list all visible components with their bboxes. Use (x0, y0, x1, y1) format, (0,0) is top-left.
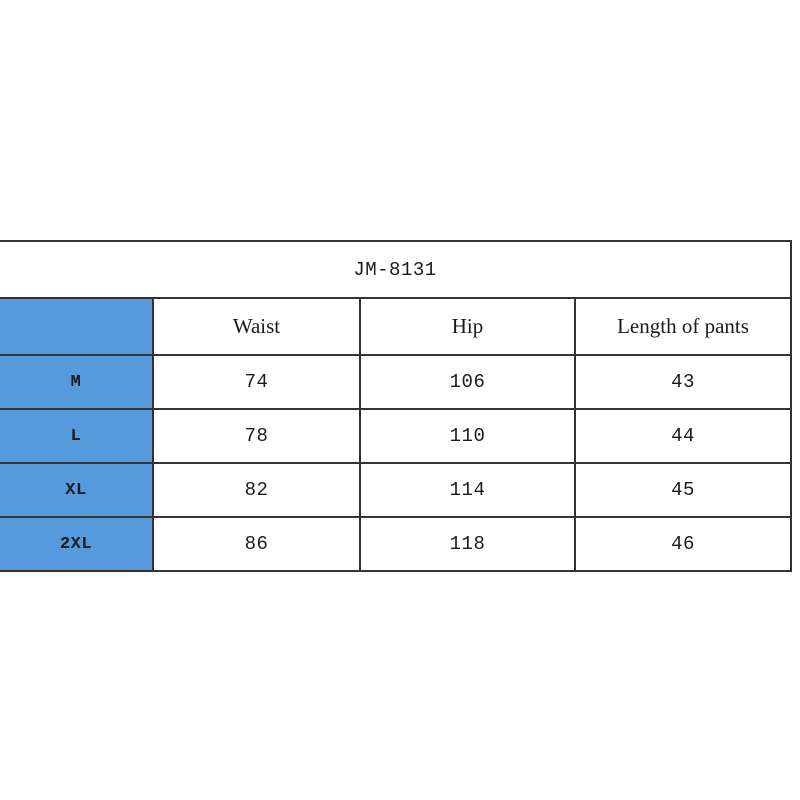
size-label: XL (0, 462, 154, 518)
waist-value: 86 (152, 516, 361, 572)
product-code-title: JM-8131 (0, 240, 793, 299)
column-header-size (0, 297, 154, 356)
table-row: M 74 106 43 (0, 354, 793, 410)
column-header-hip: Hip (359, 297, 576, 356)
size-label: 2XL (0, 516, 154, 572)
size-chart-table: JM-8131 Waist Hip Length of pants M 74 1… (0, 240, 793, 572)
table-row: 2XL 86 118 46 (0, 516, 793, 572)
table-title-row: JM-8131 (0, 240, 793, 299)
size-label: L (0, 408, 154, 464)
hip-value: 110 (359, 408, 576, 464)
length-value: 44 (573, 408, 793, 464)
length-value: 45 (573, 462, 793, 518)
table-row: XL 82 114 45 (0, 462, 793, 518)
length-value: 43 (573, 354, 793, 410)
size-label: M (0, 354, 154, 410)
length-value: 46 (573, 516, 793, 572)
waist-value: 82 (152, 462, 361, 518)
size-chart-container: JM-8131 Waist Hip Length of pants M 74 1… (0, 240, 793, 572)
column-header-waist: Waist (152, 297, 361, 356)
table-row: L 78 110 44 (0, 408, 793, 464)
table-header-row: Waist Hip Length of pants (0, 297, 793, 356)
waist-value: 74 (152, 354, 361, 410)
waist-value: 78 (152, 408, 361, 464)
hip-value: 114 (359, 462, 576, 518)
column-header-length-of-pants: Length of pants (573, 297, 793, 356)
hip-value: 118 (359, 516, 576, 572)
hip-value: 106 (359, 354, 576, 410)
